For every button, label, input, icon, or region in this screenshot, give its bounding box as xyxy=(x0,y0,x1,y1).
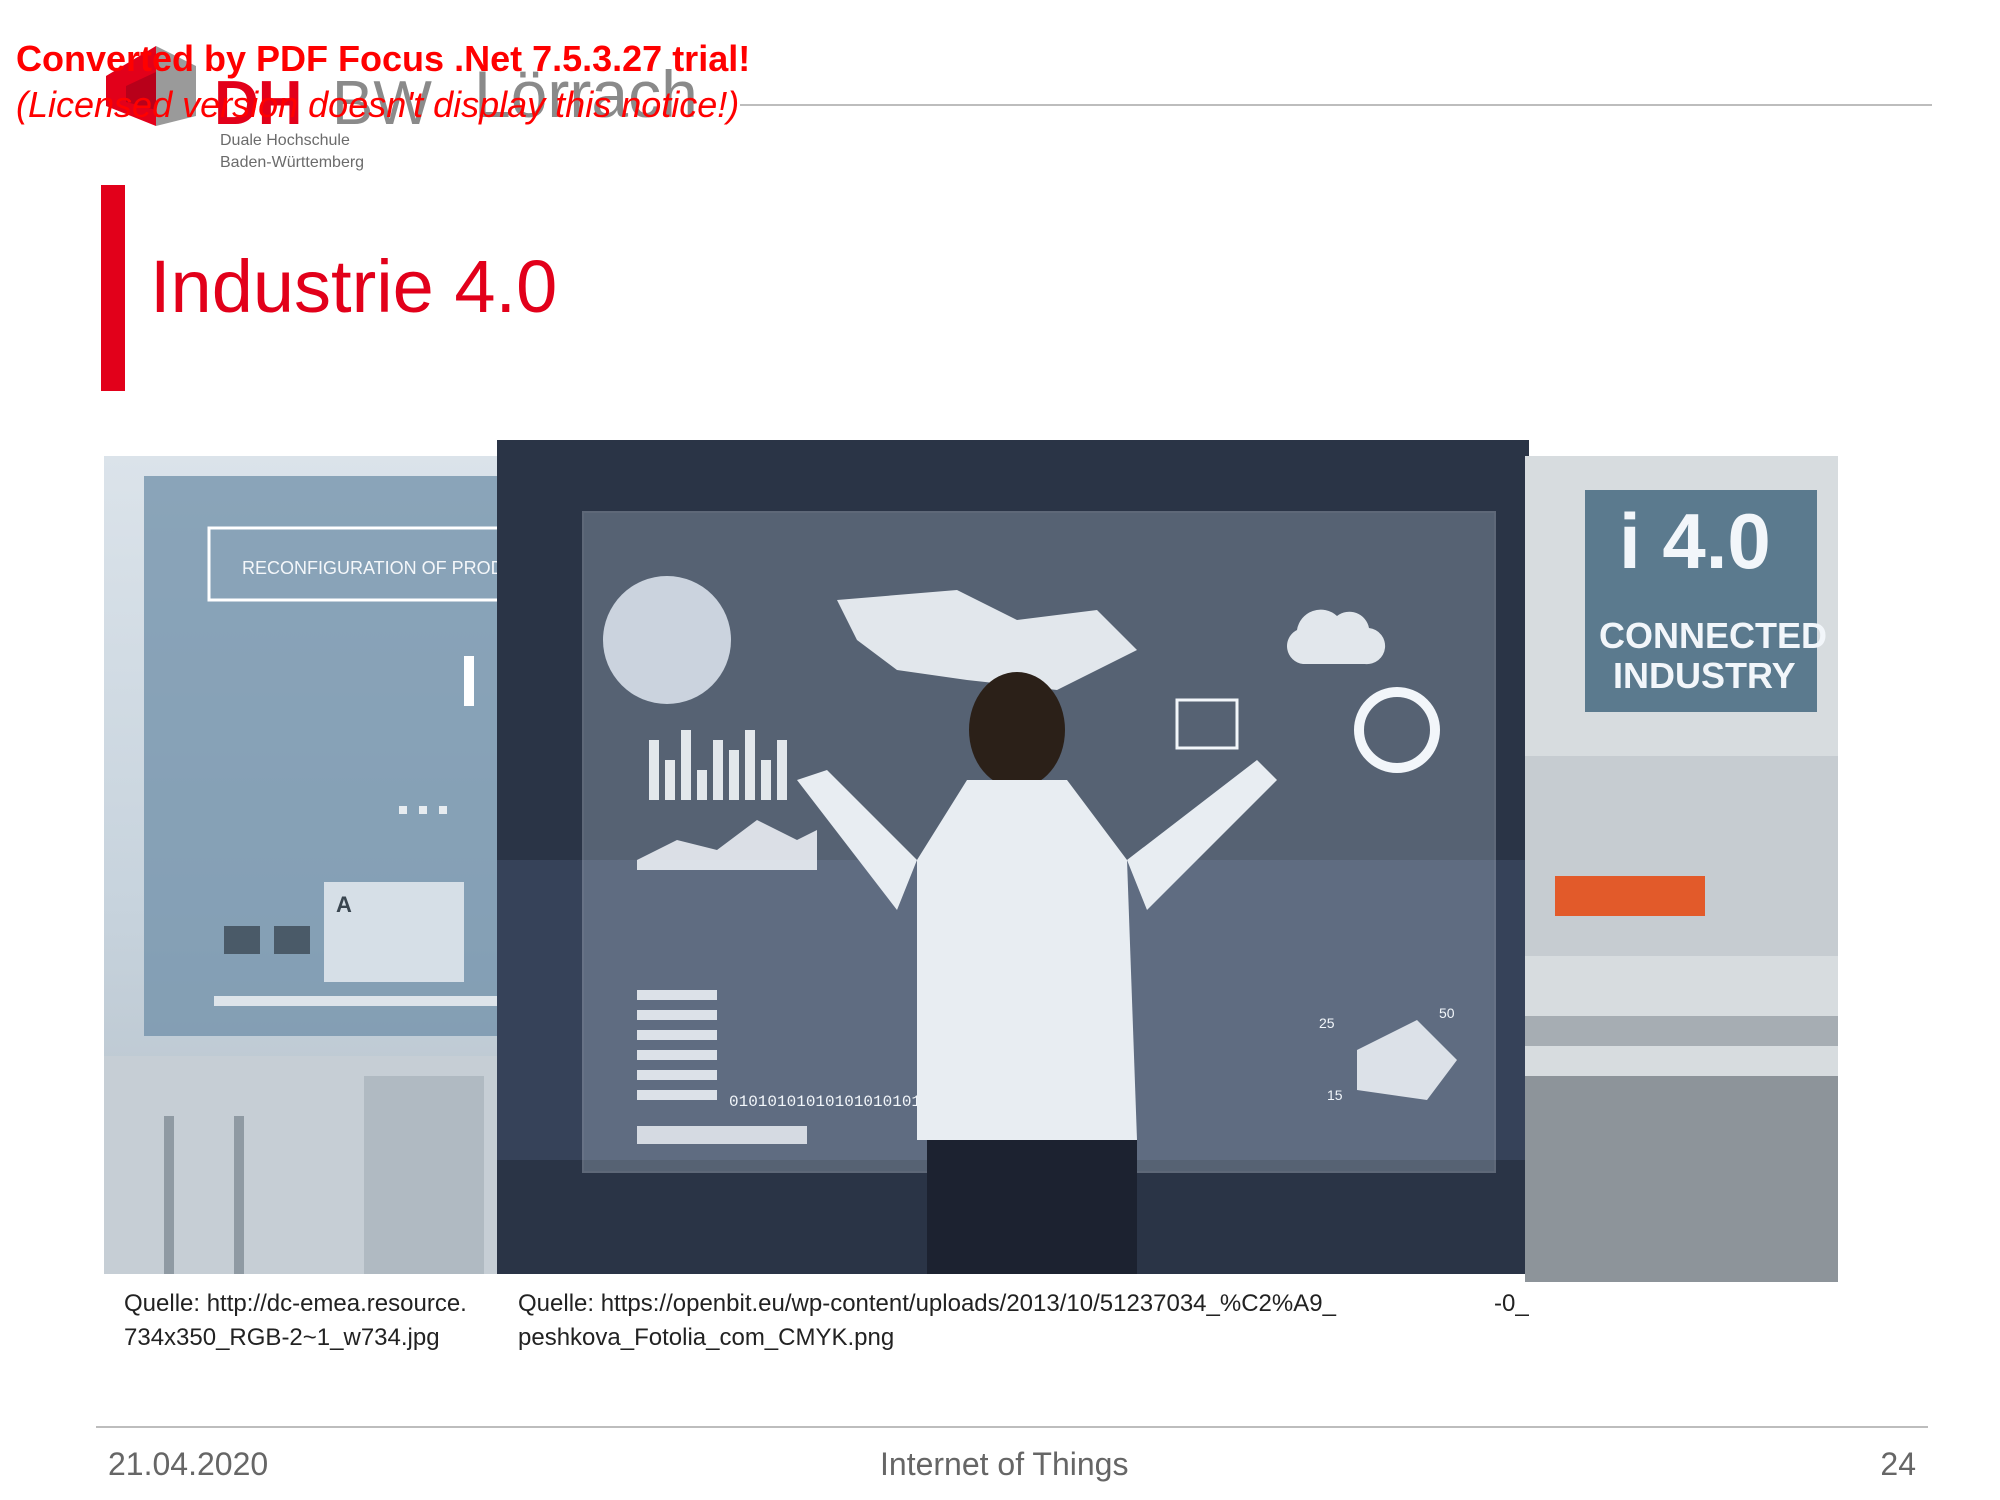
header-divider xyxy=(740,104,1932,106)
trial-notice-line-1: Converted by PDF Focus .Net 7.5.3.27 tri… xyxy=(16,38,751,79)
image-reconfiguration-panel: RECONFIGURATION OF PRODUC A xyxy=(104,456,506,1274)
binary-text: 01010101010101010101010 xyxy=(729,1093,950,1111)
title-accent-bar xyxy=(101,185,125,391)
badge-connected: CONNECTED xyxy=(1599,615,1827,656)
trial-notice: Converted by PDF Focus .Net 7.5.3.27 tri… xyxy=(16,36,750,128)
badge-industry: INDUSTRY xyxy=(1613,655,1796,696)
image-left-caption-line-2: 734x350_RGB-2~1_w734.jpg xyxy=(124,1324,440,1351)
slide-title: Industrie 4.0 xyxy=(150,245,558,328)
footer-course-title: Internet of Things xyxy=(880,1446,1129,1482)
footer-divider xyxy=(96,1426,1928,1428)
image-left-caption: Quelle: http://dc-emea.resource. 734x350… xyxy=(124,1287,496,1355)
image-futuristic-interface: 01010101010101010101010 50 25 15 xyxy=(497,440,1529,1274)
footer-page-number: 24 xyxy=(1880,1446,1916,1482)
image-left-caption-line-1: Quelle: http://dc-emea.resource. xyxy=(124,1290,467,1317)
image-center-caption-extra: -0_ xyxy=(1494,1290,1529,1317)
module-letter: A xyxy=(336,892,352,917)
logo-subline-1: Duale Hochschule xyxy=(220,132,350,149)
trial-notice-line-2: (Licensed version doesn't display this n… xyxy=(16,84,740,125)
image-center-caption-line-1: Quelle: https://openbit.eu/wp-content/up… xyxy=(518,1290,1336,1317)
reconfiguration-illustration: RECONFIGURATION OF PRODUC A xyxy=(104,476,506,1274)
chart-label-50: 50 xyxy=(1439,1005,1455,1021)
image-center-caption: Quelle: https://openbit.eu/wp-content/up… xyxy=(518,1287,1336,1355)
badge-i40: i 4.0 xyxy=(1619,497,1771,585)
image-connected-industry: i 4.0 CONNECTED INDUSTRY xyxy=(1525,456,1838,1282)
chart-label-15: 15 xyxy=(1327,1087,1343,1103)
footer-date: 21.04.2020 xyxy=(108,1446,269,1482)
logo-subline-2: Baden-Württemberg xyxy=(220,154,365,171)
futuristic-interface-illustration: 01010101010101010101010 50 25 15 xyxy=(497,440,1529,1274)
image-center-caption-line-2: peshkova_Fotolia_com_CMYK.png xyxy=(518,1324,895,1351)
connected-industry-illustration: i 4.0 CONNECTED INDUSTRY xyxy=(1525,456,1838,1282)
panel-label: RECONFIGURATION OF PRODUC xyxy=(242,558,506,578)
chart-label-25: 25 xyxy=(1319,1015,1335,1031)
